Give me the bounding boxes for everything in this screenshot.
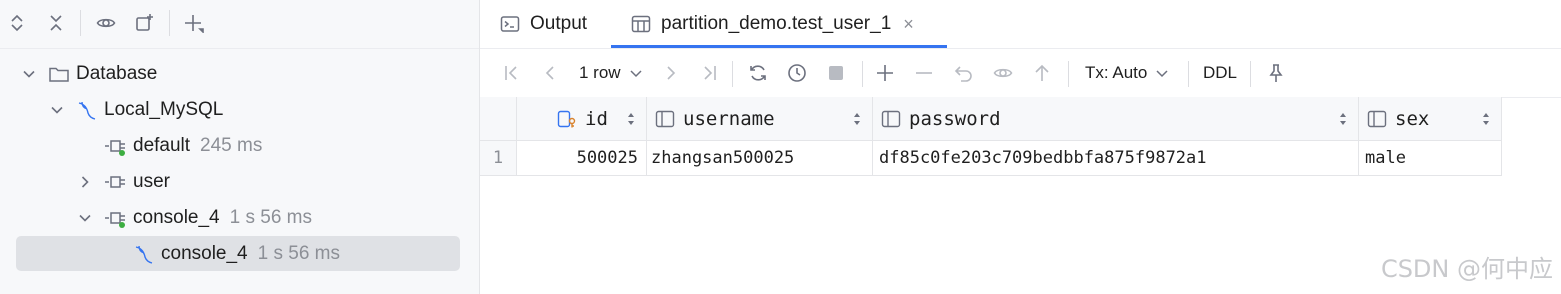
- tree-item-user-session[interactable]: user: [0, 164, 479, 200]
- tree-item-label: Local_MySQL: [104, 99, 224, 120]
- column-name: id: [585, 107, 608, 130]
- tree-item-label: console_4: [161, 243, 248, 264]
- table-icon: [631, 15, 651, 33]
- primary-key-column-icon: [557, 110, 576, 127]
- tab-label: Output: [530, 13, 588, 34]
- chevron-down-icon[interactable]: [49, 102, 65, 118]
- row-count-dropdown[interactable]: 1 row: [579, 61, 643, 85]
- toolbar-separator: [862, 61, 863, 87]
- execution-time: 1 s 56 ms: [229, 207, 312, 228]
- tree-item-label: console_4: [133, 207, 220, 228]
- session-icon: [105, 212, 125, 228]
- transaction-mode-label: Tx: Auto: [1085, 63, 1148, 82]
- table-cell-password[interactable]: df85c0fe203c709bedbbfa875f9872a1: [873, 141, 1359, 176]
- expand-all-icon[interactable]: [4, 10, 30, 36]
- submit-icon[interactable]: [1030, 61, 1054, 85]
- column-header-password[interactable]: password: [873, 97, 1359, 141]
- sort-icon[interactable]: [1338, 112, 1348, 126]
- tab-bar: Output partition_demo.test_user_1 ×: [480, 0, 1561, 49]
- column-header-username[interactable]: username: [647, 97, 873, 141]
- column-icon: [881, 110, 901, 127]
- add-row-icon[interactable]: [873, 61, 897, 85]
- session-icon: [105, 176, 125, 188]
- tree-item-label: Database: [76, 63, 158, 84]
- first-page-icon[interactable]: [500, 61, 524, 85]
- column-name: sex: [1395, 107, 1430, 130]
- toolbar-separator: [169, 10, 170, 36]
- table-cell-id[interactable]: 500025: [517, 141, 647, 176]
- last-page-icon[interactable]: [697, 61, 721, 85]
- tree-item-label: default: [133, 135, 191, 156]
- row-number[interactable]: 1: [480, 141, 517, 176]
- chevron-down-icon: [1156, 70, 1168, 78]
- next-page-icon[interactable]: [659, 61, 683, 85]
- toolbar-separator: [80, 10, 81, 36]
- previous-page-icon[interactable]: [538, 61, 562, 85]
- transaction-mode-dropdown[interactable]: Tx: Auto: [1085, 61, 1169, 85]
- sort-icon[interactable]: [626, 112, 636, 126]
- explorer-toolbar: [0, 0, 479, 49]
- history-clock-icon[interactable]: [785, 61, 809, 85]
- revert-icon[interactable]: [952, 61, 976, 85]
- tree-item-local-mysql[interactable]: Local_MySQL: [0, 92, 479, 128]
- tree-item-default-session[interactable]: default 245 ms: [0, 128, 479, 164]
- view-options-icon[interactable]: [93, 10, 119, 36]
- row-count-label: 1 row: [579, 63, 621, 82]
- column-icon: [1367, 110, 1387, 127]
- mysql-console-icon: [135, 245, 153, 264]
- active-tab-indicator: [611, 45, 947, 48]
- table-cell-sex[interactable]: male: [1359, 141, 1502, 176]
- tree-item-console-4[interactable]: console_4 1 s 56 ms: [0, 236, 479, 272]
- refresh-icon[interactable]: [746, 61, 770, 85]
- column-header-sex[interactable]: sex: [1359, 97, 1502, 141]
- chevron-down-icon: [630, 70, 642, 78]
- execution-time: 245 ms: [200, 135, 263, 156]
- folder-icon: [49, 67, 69, 82]
- ddl-label: DDL: [1203, 63, 1238, 82]
- stop-icon[interactable]: [824, 61, 848, 85]
- database-explorer-panel: Database Local_MySQL default 245 ms user …: [0, 0, 480, 294]
- tab-output[interactable]: Output: [500, 0, 587, 48]
- data-editor-toolbar: 1 row Tx: Auto DDL: [480, 49, 1561, 98]
- ddl-button[interactable]: DDL: [1203, 61, 1237, 85]
- tree-item-label: user: [133, 171, 170, 192]
- column-icon: [655, 110, 675, 127]
- sort-icon[interactable]: [852, 112, 862, 126]
- sort-icon[interactable]: [1481, 112, 1491, 126]
- tree-item-database[interactable]: Database: [0, 56, 479, 92]
- console-icon: [500, 16, 520, 32]
- chevron-right-icon[interactable]: [77, 174, 93, 190]
- execution-time: 1 s 56 ms: [257, 243, 340, 264]
- column-name: username: [683, 107, 775, 130]
- pin-icon[interactable]: [1264, 61, 1288, 85]
- tab-label: partition_demo.test_user_1: [661, 13, 892, 34]
- new-query-console-icon[interactable]: [132, 10, 158, 36]
- tab-partition-demo-test-user-1[interactable]: partition_demo.test_user_1 ×: [631, 0, 914, 48]
- toolbar-separator: [1188, 61, 1189, 87]
- chevron-down-icon[interactable]: [77, 210, 93, 226]
- toolbar-separator: [732, 61, 733, 87]
- close-icon[interactable]: ×: [903, 14, 914, 35]
- table-cell-username[interactable]: zhangsan500025: [647, 141, 873, 176]
- results-panel: Output partition_demo.test_user_1 × 1 ro…: [480, 0, 1561, 294]
- column-name: password: [909, 107, 1001, 130]
- add-icon[interactable]: [181, 10, 207, 36]
- grid-corner: [480, 97, 517, 141]
- delete-row-icon[interactable]: [912, 61, 936, 85]
- session-icon: [105, 140, 125, 156]
- watermark: CSDN @何中应: [1380, 255, 1553, 283]
- collapse-all-icon[interactable]: [43, 10, 69, 36]
- toolbar-separator: [1068, 61, 1069, 87]
- chevron-down-icon[interactable]: [21, 66, 37, 82]
- view-changes-icon[interactable]: [991, 61, 1015, 85]
- mysql-icon: [78, 101, 96, 120]
- tree-item-console-4-session[interactable]: console_4 1 s 56 ms: [0, 200, 479, 236]
- column-header-id[interactable]: id: [517, 97, 647, 141]
- toolbar-separator: [1250, 61, 1251, 87]
